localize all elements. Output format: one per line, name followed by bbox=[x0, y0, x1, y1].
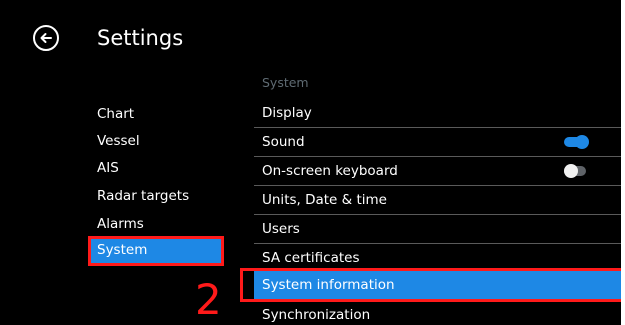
sound-toggle[interactable] bbox=[564, 135, 590, 149]
row-label: Sound bbox=[262, 134, 305, 150]
row-units-date-time[interactable]: Units, Date & time bbox=[254, 186, 625, 215]
category-label: AIS bbox=[97, 160, 119, 176]
row-label: On-screen keyboard bbox=[262, 163, 398, 179]
category-label: Vessel bbox=[97, 133, 140, 149]
category-label: Radar targets bbox=[97, 188, 190, 204]
category-system[interactable]: System bbox=[91, 238, 221, 263]
category-vessel[interactable]: Vessel bbox=[91, 128, 221, 154]
toggle-knob bbox=[564, 164, 578, 178]
toggle-knob bbox=[575, 135, 589, 149]
section-header: System bbox=[262, 75, 309, 90]
category-alarms[interactable]: Alarms bbox=[91, 211, 221, 237]
back-button[interactable] bbox=[33, 25, 59, 51]
row-label: Synchronization bbox=[262, 307, 371, 323]
category-radar-targets[interactable]: Radar targets bbox=[91, 183, 221, 209]
row-label: Display bbox=[262, 105, 312, 121]
row-users[interactable]: Users bbox=[254, 215, 625, 244]
row-label: SA certificates bbox=[262, 250, 360, 266]
row-sa-certificates[interactable]: SA certificates bbox=[254, 244, 625, 273]
category-chart[interactable]: Chart bbox=[91, 101, 221, 127]
row-label: Users bbox=[262, 221, 300, 237]
category-label: Alarms bbox=[97, 216, 144, 232]
settings-screen: Settings Chart Vessel AIS Radar targets … bbox=[0, 0, 625, 325]
page-title: Settings bbox=[97, 26, 184, 50]
category-label: Chart bbox=[97, 106, 135, 122]
on-screen-keyboard-toggle[interactable] bbox=[564, 164, 590, 178]
row-label: System information bbox=[262, 277, 395, 293]
category-ais[interactable]: AIS bbox=[91, 155, 221, 181]
row-display[interactable]: Display bbox=[254, 99, 625, 128]
row-system-information[interactable]: System information bbox=[254, 271, 625, 299]
row-synchronization[interactable]: Synchronization bbox=[254, 301, 625, 325]
back-arrow-icon bbox=[40, 33, 52, 43]
row-label: Units, Date & time bbox=[262, 192, 387, 208]
category-label: System bbox=[97, 242, 148, 258]
right-edge-strip bbox=[621, 0, 625, 325]
step-number-annotation: 2 bbox=[195, 275, 222, 324]
